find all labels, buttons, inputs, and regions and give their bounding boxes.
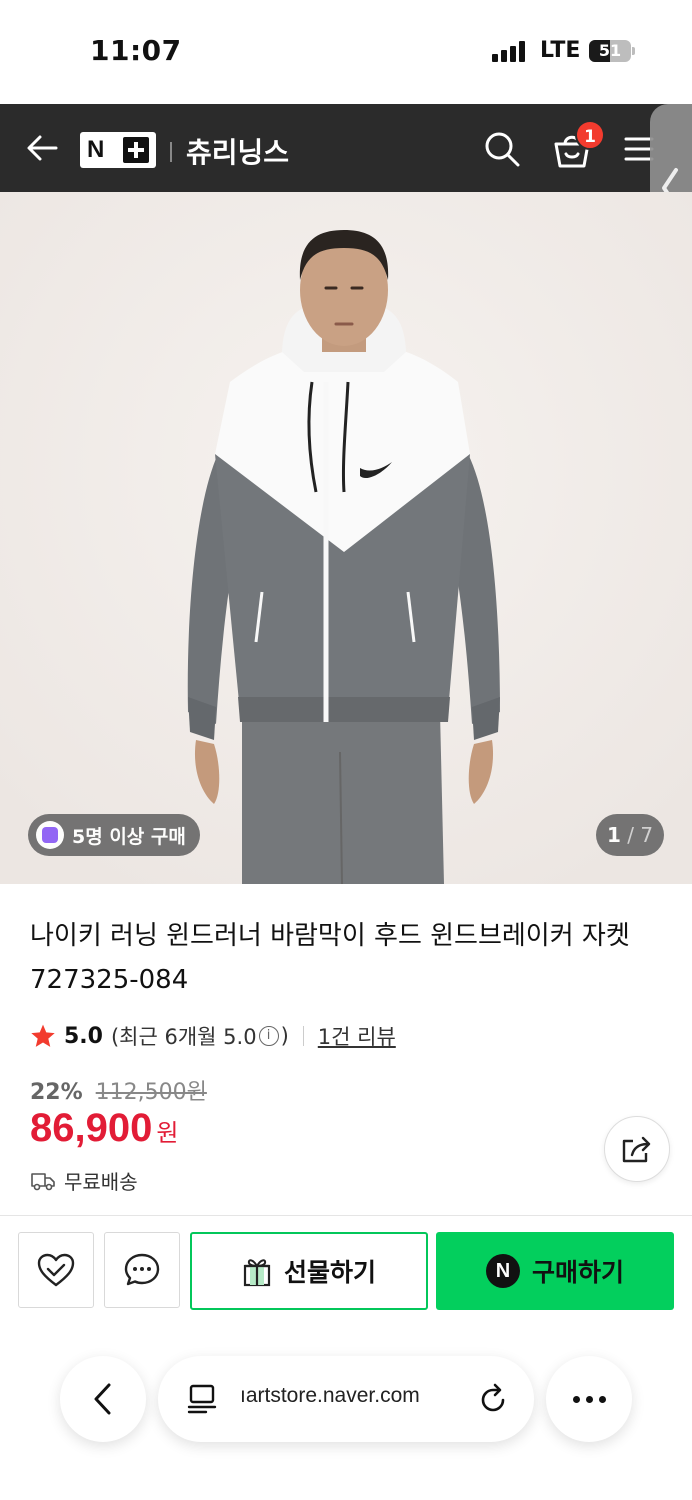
rating-recent-close: ) bbox=[280, 1024, 289, 1048]
back-arrow-icon[interactable] bbox=[24, 130, 60, 166]
gift-button[interactable]: 선물하기 bbox=[190, 1232, 428, 1310]
status-time: 11:07 bbox=[90, 34, 182, 67]
battery-tip bbox=[632, 47, 635, 55]
gift-label: 선물하기 bbox=[283, 1258, 376, 1287]
naver-pay-icon: N bbox=[485, 1254, 520, 1288]
chevron-left-icon bbox=[94, 1383, 111, 1415]
shipping-label: 무료배송 bbox=[64, 1170, 138, 1194]
info-icon[interactable]: i bbox=[258, 1026, 279, 1046]
store-name[interactable]: 츄리닝스 bbox=[186, 131, 289, 171]
reload-icon[interactable] bbox=[476, 1382, 510, 1416]
more-icon bbox=[572, 1395, 606, 1403]
shipping-row: 무료배송 bbox=[30, 1166, 138, 1195]
chat-icon bbox=[124, 1253, 160, 1286]
original-price: 112,500원 bbox=[95, 1080, 207, 1105]
battery-level: 51 bbox=[598, 41, 622, 60]
truck-icon bbox=[31, 1172, 55, 1190]
group-buy-badge: 5명 이상 구매 bbox=[28, 814, 200, 856]
naver-plus-logo[interactable]: N bbox=[80, 132, 156, 168]
discount-row: 22% 112,500원 bbox=[30, 1074, 207, 1106]
buy-button[interactable]: N 구매하기 bbox=[436, 1232, 674, 1310]
discount-rate: 22% bbox=[30, 1080, 83, 1105]
sale-price: 86,900 bbox=[30, 1106, 153, 1150]
browser-back-button[interactable] bbox=[60, 1356, 146, 1442]
product-photo bbox=[0, 192, 692, 884]
logo-n: N bbox=[87, 136, 105, 163]
share-button[interactable] bbox=[604, 1116, 670, 1182]
url-text: ıartstore.naver.com bbox=[240, 1384, 420, 1407]
review-link[interactable]: 1건 리뷰 bbox=[318, 1021, 396, 1051]
chat-button[interactable] bbox=[104, 1232, 180, 1308]
image-page-indicator: 1 / 7 bbox=[596, 814, 664, 856]
gift-icon bbox=[243, 1259, 271, 1287]
signal-icon bbox=[492, 40, 528, 62]
heart-icon bbox=[37, 1253, 75, 1287]
product-title: 나이키 러닝 윈드러너 바람막이 후드 윈드브레이커 자켓 727325-084 bbox=[30, 921, 630, 995]
plus-icon bbox=[123, 137, 149, 163]
share-icon bbox=[622, 1136, 651, 1163]
group-buy-icon bbox=[36, 821, 64, 849]
reader-icon bbox=[187, 1384, 217, 1414]
header-divider bbox=[170, 142, 172, 162]
page-total: / 7 bbox=[627, 823, 654, 847]
star-icon bbox=[31, 1024, 55, 1047]
rating-divider bbox=[302, 1026, 304, 1046]
product-image[interactable] bbox=[0, 192, 692, 884]
page-current: 1 bbox=[606, 823, 621, 847]
section-divider bbox=[0, 1215, 692, 1216]
more-button[interactable] bbox=[546, 1356, 632, 1442]
price-unit: 원 bbox=[156, 1119, 179, 1147]
buy-label: 구매하기 bbox=[531, 1258, 624, 1287]
rating-recent: (최근 6개월 5.0 bbox=[110, 1025, 257, 1049]
battery-icon: 51 bbox=[589, 40, 631, 62]
group-buy-label: 5명 이상 구매 bbox=[72, 825, 186, 848]
address-bar[interactable]: ıartstore.naver.com bbox=[158, 1356, 534, 1442]
network-label: LTE bbox=[540, 38, 581, 63]
cart-count-badge: 1 bbox=[575, 120, 605, 150]
rating-row: 5.0 (최근 6개월 5.0 i ) 1건 리뷰 bbox=[30, 1018, 396, 1054]
search-icon[interactable] bbox=[482, 129, 522, 169]
price-row: 86,900 원 bbox=[30, 1106, 178, 1151]
status-bar: 11:07 LTE 51 bbox=[0, 0, 692, 104]
rating-score: 5.0 bbox=[64, 1023, 103, 1049]
wishlist-button[interactable] bbox=[18, 1232, 94, 1308]
